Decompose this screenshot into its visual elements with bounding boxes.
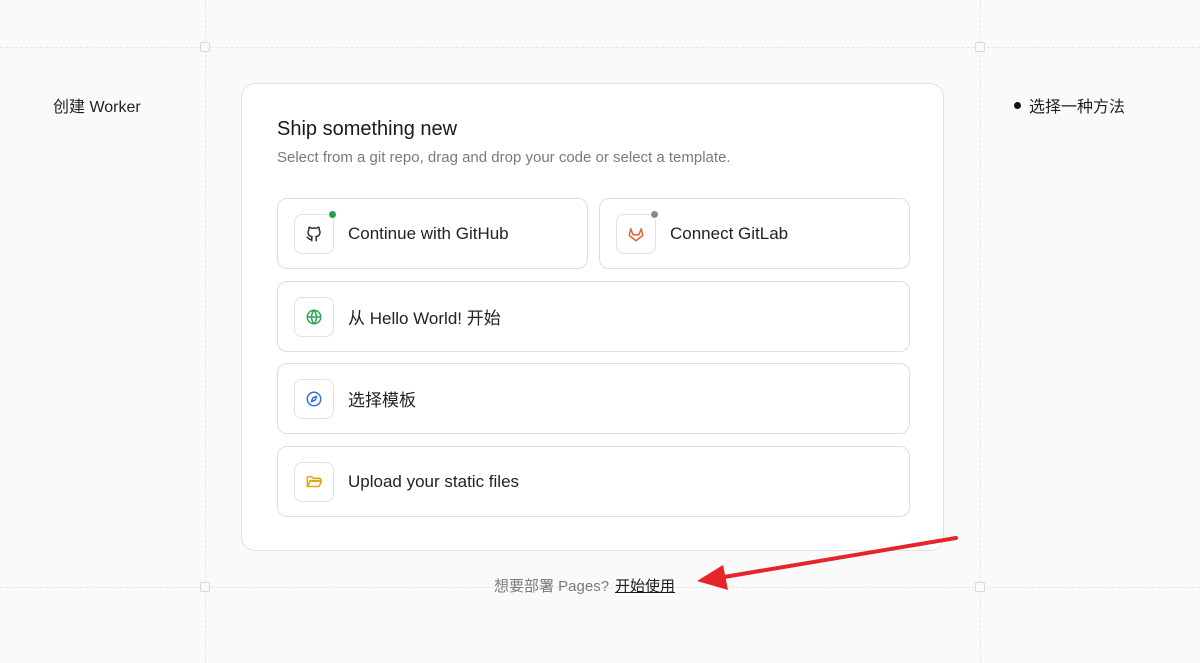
red-arrow-annotation (697, 536, 958, 590)
